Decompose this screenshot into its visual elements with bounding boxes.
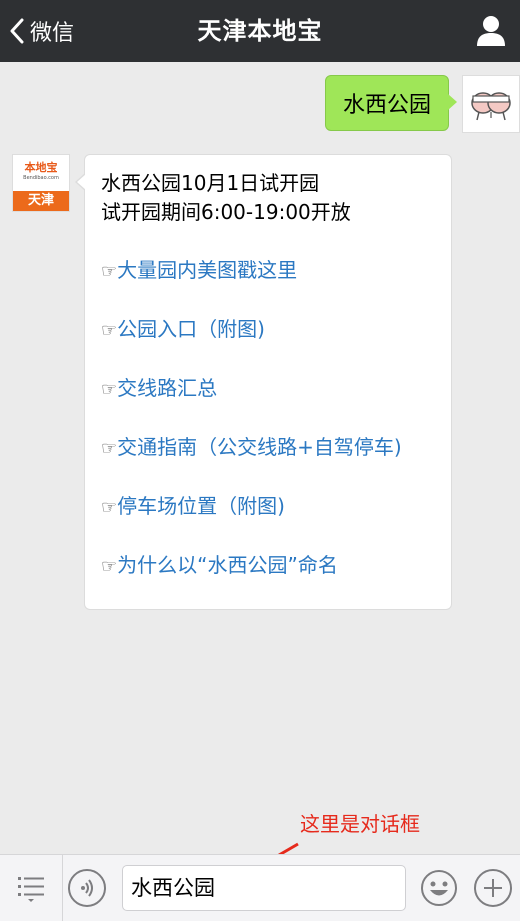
pointing-hand-icon: ☞ xyxy=(101,261,118,282)
smiley-icon xyxy=(421,870,457,906)
link-routes[interactable]: ☞交线路汇总 xyxy=(101,374,437,404)
page-title: 天津本地宝 xyxy=(197,17,323,45)
link-label: 大量园内美图戳这里 xyxy=(117,258,298,282)
pointing-hand-icon: ☞ xyxy=(101,320,118,341)
menu-list-icon xyxy=(18,877,44,902)
link-entrance[interactable]: ☞公园入口（附图) xyxy=(101,315,437,345)
link-name-origin[interactable]: ☞为什么以“水西公园”命名 xyxy=(101,551,437,581)
bot-avatar[interactable]: 本地宝 Bendibao.com 天津 xyxy=(12,154,70,212)
link-label: 交线路汇总 xyxy=(117,376,218,400)
link-label: 交通指南（公交线路+自驾停车) xyxy=(117,435,402,459)
cartoon-avatar-icon xyxy=(471,92,511,121)
message-line-1: 水西公园10月1日试开园 xyxy=(101,171,320,195)
message-input[interactable]: 水西公园 xyxy=(122,865,406,911)
profile-icon[interactable] xyxy=(476,15,506,47)
pointing-hand-icon: ☞ xyxy=(101,556,118,577)
voice-button[interactable] xyxy=(68,869,106,907)
top-bar: 微信 天津本地宝 xyxy=(0,0,520,62)
link-label: 停车场位置（附图) xyxy=(117,494,285,518)
link-gallery[interactable]: ☞大量园内美图戳这里 xyxy=(101,256,437,286)
link-parking[interactable]: ☞停车场位置（附图) xyxy=(101,492,437,522)
link-label: 公园入口（附图) xyxy=(117,317,265,341)
voice-wave-icon xyxy=(81,879,93,897)
emoji-button[interactable] xyxy=(420,869,458,907)
annotation-label: 这里是对话框 xyxy=(300,812,420,836)
input-bar: 水西公园 xyxy=(0,854,520,921)
avatar-city-label: 天津 xyxy=(13,191,69,211)
pointing-hand-icon: ☞ xyxy=(101,497,118,518)
pointing-hand-icon: ☞ xyxy=(101,379,118,400)
message-line-2: 试开园期间6:00-19:00开放 xyxy=(101,200,351,224)
my-avatar[interactable] xyxy=(462,75,520,133)
menu-button[interactable] xyxy=(0,855,63,921)
bendibao-logo: 本地宝 Bendibao.com xyxy=(13,155,69,191)
bot-message-bubble: 水西公园10月1日试开园 试开园期间6:00-19:00开放 ☞大量园内美图戳这… xyxy=(75,154,452,610)
more-plus-button[interactable] xyxy=(474,869,512,907)
link-label: 为什么以“水西公园”命名 xyxy=(117,553,338,577)
my-message-text: 水西公园 xyxy=(342,93,431,118)
chat-area[interactable]: 水西公园 本地宝 Bendibao.com 天津 水西公园10月1日试开园 试开… xyxy=(0,62,520,854)
my-message-bubble[interactable]: 水西公园 xyxy=(325,75,457,131)
link-transport-guide[interactable]: ☞交通指南（公交线路+自驾停车) xyxy=(101,433,437,463)
pointing-hand-icon: ☞ xyxy=(101,438,118,459)
